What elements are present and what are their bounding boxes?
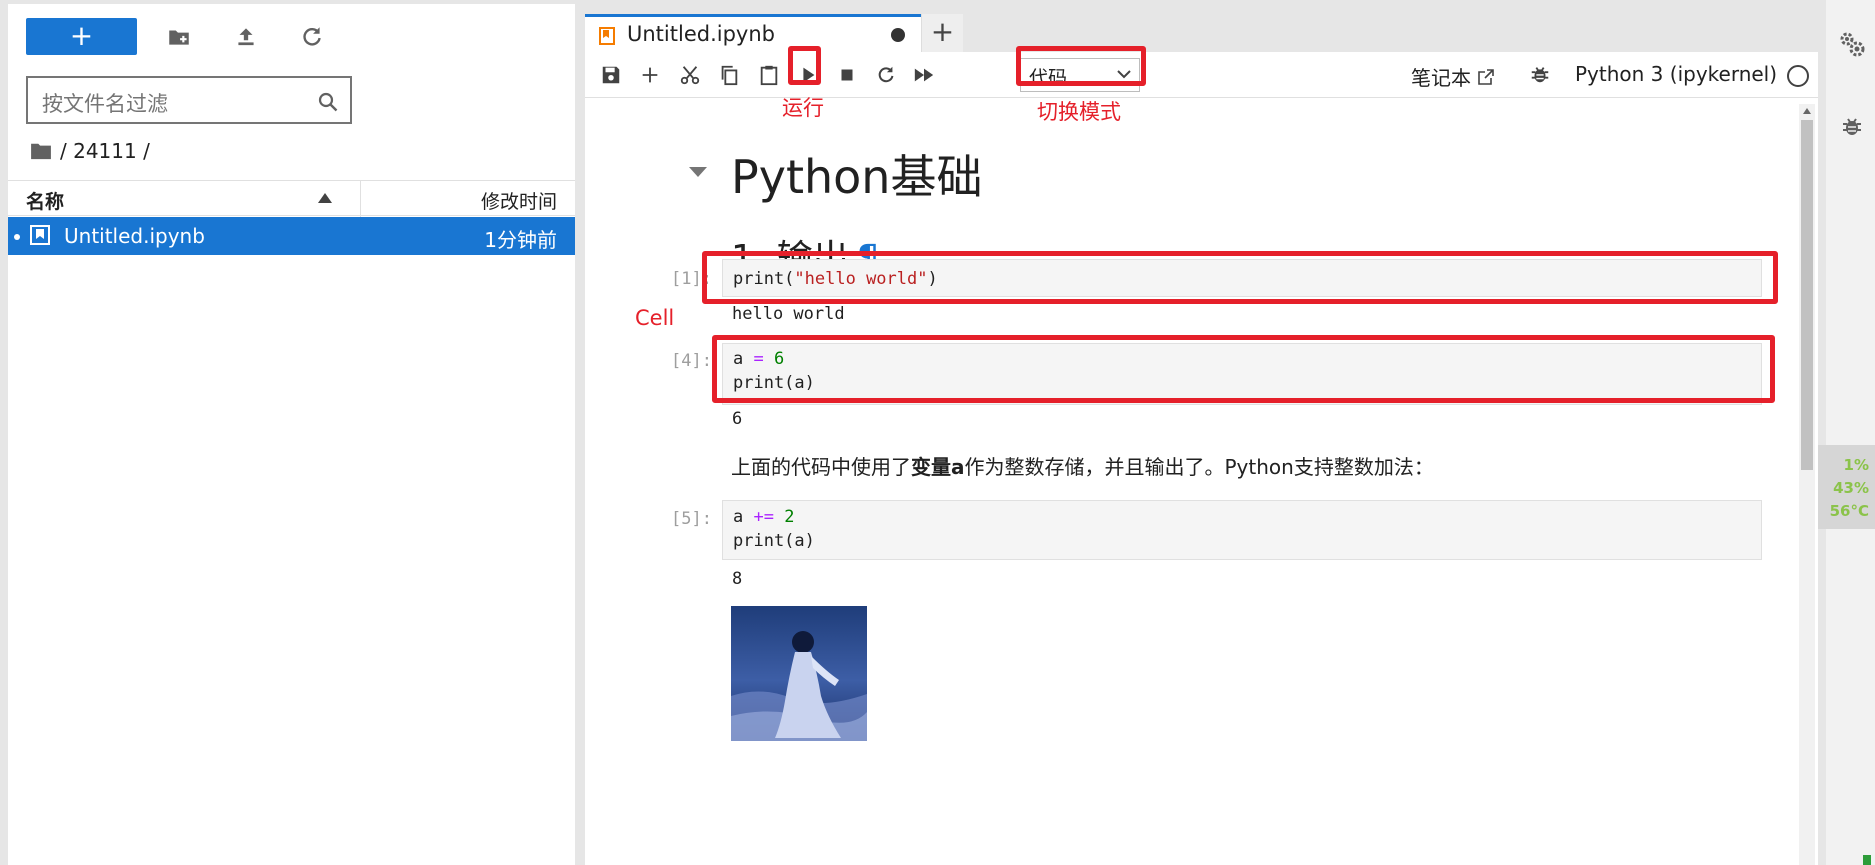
kernel-name[interactable]: Python 3 (ipykernel) — [1575, 62, 1777, 86]
scrollbar-thumb[interactable] — [1801, 120, 1813, 470]
file-list-item[interactable]: Untitled.ipynb 1分钟前 — [8, 217, 575, 255]
filter-placeholder: 按文件名过滤 — [42, 92, 168, 116]
markdown-heading-1: Python基础 — [731, 150, 983, 204]
paste-icon[interactable] — [758, 64, 780, 86]
cpu-usage: 1% — [1843, 456, 1869, 474]
tab-title: Untitled.ipynb — [627, 22, 775, 46]
md-text-post: 作为整数存储，并且输出了。Python支持整数加法： — [964, 455, 1434, 479]
cell-1-highlight — [702, 251, 1778, 304]
cell-1-output: hello world — [732, 304, 845, 324]
new-tab-button[interactable]: + — [921, 14, 963, 52]
external-link-icon — [1478, 68, 1494, 85]
restart-kernel-icon[interactable] — [875, 64, 897, 86]
tab-bar: Untitled.ipynb + — [585, 0, 1818, 52]
new-folder-icon[interactable] — [166, 24, 192, 50]
code-cell-3[interactable]: a += 2 print(a) — [722, 500, 1762, 560]
kernel-status-icon — [1787, 65, 1809, 87]
breadcrumb[interactable]: / 24111 / — [30, 136, 150, 166]
md-text-bold: 变量a — [911, 455, 965, 479]
md-text-pre: 上面的代码中使用了 — [731, 455, 911, 479]
column-name-header[interactable]: 名称 — [26, 187, 64, 214]
folder-icon[interactable] — [30, 142, 52, 160]
file-browser-panel: + 按文件名过滤 / 24111 / 名称 修改时间 Untitled.ipyn… — [0, 0, 575, 865]
property-inspector-gears-icon[interactable] — [1838, 30, 1866, 58]
notebook-file-icon — [30, 225, 50, 245]
stop-icon[interactable] — [836, 64, 858, 86]
open-notebook-link[interactable]: 笔记本 — [1411, 62, 1495, 91]
new-launcher-button[interactable]: + — [26, 18, 137, 55]
save-icon[interactable] — [600, 64, 622, 86]
right-sidebar-inner — [1826, 0, 1875, 865]
panel-splitter[interactable] — [575, 0, 585, 865]
search-icon — [318, 92, 338, 112]
code-var: a — [733, 507, 754, 527]
cell-2-prompt: [4]: — [671, 351, 712, 371]
system-monitor-widget: 1% 43% 56°C — [1818, 445, 1875, 529]
column-divider[interactable] — [360, 181, 361, 217]
copy-icon[interactable] — [718, 64, 740, 86]
code-cell-3-line-1: a += 2 — [733, 505, 1751, 529]
file-name: Untitled.ipynb — [64, 224, 205, 248]
annotation-switch-mode: 切换模式 — [1037, 100, 1121, 124]
cell-2-highlight — [712, 335, 1775, 403]
tab-untitled-notebook[interactable]: Untitled.ipynb — [585, 14, 921, 52]
cell-3-prompt: [5]: — [671, 509, 712, 529]
notebook-link-label: 笔记本 — [1411, 66, 1471, 90]
breadcrumb-path[interactable]: / 24111 / — [60, 139, 150, 163]
output-image — [731, 606, 867, 741]
debugger-bug-icon[interactable] — [1529, 63, 1551, 85]
annotation-run: 运行 — [782, 96, 824, 120]
notebook-panel: Untitled.ipynb + 代码 笔记本 Python 3 (ipyker… — [585, 0, 1818, 865]
status-indicator — [1863, 855, 1871, 865]
unsaved-indicator[interactable] — [891, 28, 905, 42]
temperature: 56°C — [1829, 502, 1869, 520]
code-operator: += — [753, 507, 774, 527]
column-modified-header[interactable]: 修改时间 — [481, 187, 557, 214]
file-modified-time: 1分钟前 — [484, 228, 557, 252]
right-sidebar — [1818, 0, 1875, 865]
running-indicator — [14, 234, 20, 240]
cut-icon[interactable] — [679, 64, 701, 86]
annotation-cell: Cell — [635, 306, 675, 330]
notebook-scrollbar[interactable] — [1799, 104, 1815, 865]
cell-3-output: 8 — [732, 569, 743, 589]
code-number: 2 — [773, 507, 795, 527]
debugger-sidebar-bug-icon[interactable] — [1840, 113, 1864, 139]
notebook-content: Python基础 1. 输出¶ [1]: print("hello world"… — [585, 99, 1798, 865]
cell-type-highlight — [1016, 46, 1146, 86]
markdown-paragraph: 上面的代码中使用了变量a作为整数存储，并且输出了。Python支持整数加法： — [731, 451, 1434, 480]
sort-ascending-icon[interactable] — [318, 193, 332, 203]
filter-input[interactable]: 按文件名过滤 — [26, 76, 352, 124]
run-button-highlight — [788, 46, 821, 85]
notebook-toolbar: 代码 笔记本 Python 3 (ipykernel) — [585, 52, 1818, 98]
cell-2-output: 6 — [732, 409, 743, 429]
file-list-header: 名称 修改时间 — [8, 180, 575, 217]
collapse-heading-icon[interactable] — [689, 167, 707, 177]
insert-cell-icon[interactable] — [639, 64, 661, 86]
upload-icon[interactable] — [233, 24, 259, 50]
run-all-icon[interactable] — [913, 64, 935, 86]
notebook-tab-icon — [599, 27, 615, 45]
refresh-icon[interactable] — [299, 24, 325, 50]
cell-1-prompt: [1]: — [671, 269, 712, 289]
code-cell-3-line-2: print(a) — [733, 531, 815, 551]
memory-usage: 43% — [1833, 479, 1869, 497]
scroll-up-arrow-icon[interactable] — [1803, 108, 1811, 114]
